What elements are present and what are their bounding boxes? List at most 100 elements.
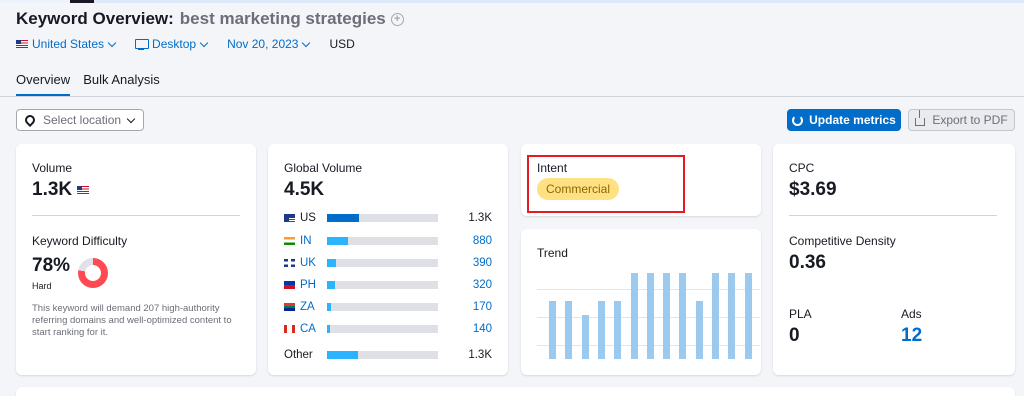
country-bar bbox=[327, 325, 438, 333]
kd-description: This keyword will demand 207 high-author… bbox=[32, 303, 232, 338]
ads-label: Ads bbox=[901, 307, 922, 321]
us-flag-icon bbox=[284, 214, 295, 222]
top-strip bbox=[0, 0, 1024, 3]
country-value: 880 bbox=[472, 235, 492, 247]
chevron-down-icon bbox=[302, 38, 311, 47]
country-filter[interactable]: United States bbox=[16, 37, 117, 51]
kd-value: 78% bbox=[32, 255, 71, 276]
export-pdf-label: Export to PDF bbox=[932, 113, 1008, 127]
cpc-card: CPC $3.69 Competitive Density 0.36 PLA 0… bbox=[773, 144, 1015, 375]
country-bar-fill bbox=[327, 214, 360, 222]
card-divider bbox=[789, 215, 997, 216]
country-bar bbox=[327, 303, 438, 311]
us-flag-icon bbox=[77, 186, 90, 194]
pla-value: 0 bbox=[789, 325, 800, 346]
philippines-flag-icon bbox=[284, 281, 295, 289]
other-label: Other bbox=[284, 349, 313, 361]
trend-bar bbox=[581, 315, 589, 359]
desktop-icon bbox=[135, 38, 150, 50]
tabs: Overview Bulk Analysis bbox=[16, 72, 173, 96]
refresh-icon bbox=[792, 114, 804, 126]
global-volume-label: Global Volume bbox=[284, 161, 363, 175]
kd-label: Keyword Difficulty bbox=[32, 234, 128, 248]
trend-bar bbox=[614, 301, 622, 359]
us-flag-icon bbox=[16, 40, 28, 48]
update-metrics-button[interactable]: Update metrics bbox=[787, 109, 901, 131]
location-select[interactable]: Select location bbox=[16, 109, 144, 131]
tab-bulk-analysis[interactable]: Bulk Analysis bbox=[83, 72, 160, 96]
device-filter[interactable]: Desktop bbox=[135, 37, 209, 51]
country-label: United States bbox=[32, 37, 105, 51]
trend-bar bbox=[663, 273, 671, 359]
chevron-down-icon bbox=[199, 38, 209, 47]
country-bar bbox=[327, 237, 438, 245]
volume-value-row: 1.3K bbox=[32, 179, 93, 201]
card-divider bbox=[32, 215, 240, 216]
south-africa-flag-icon bbox=[284, 303, 295, 311]
plus-circle-icon[interactable]: + bbox=[390, 12, 404, 26]
country-code: UK bbox=[300, 257, 316, 269]
other-value: 1.3K bbox=[468, 349, 492, 361]
country-value: 320 bbox=[472, 279, 492, 291]
country-row-other: Other 1.3K bbox=[284, 348, 492, 362]
country-code: PH bbox=[300, 279, 316, 291]
device-label: Desktop bbox=[152, 37, 197, 51]
country-bar-fill bbox=[327, 325, 331, 333]
filters-bar: United States Desktop Nov 20, 2023 USD bbox=[16, 37, 355, 51]
country-bar bbox=[327, 214, 438, 222]
country-code: IN bbox=[300, 235, 312, 247]
country-row-in[interactable]: IN 880 bbox=[284, 234, 492, 248]
update-metrics-label: Update metrics bbox=[809, 113, 896, 127]
title-prefix: Keyword Overview: bbox=[16, 9, 174, 28]
kd-donut-chart bbox=[78, 258, 108, 288]
intent-highlight-box bbox=[527, 155, 685, 213]
country-row-ca[interactable]: CA 140 bbox=[284, 322, 492, 336]
tabs-divider bbox=[0, 96, 1024, 97]
bottom-card bbox=[16, 387, 1015, 396]
country-value: 170 bbox=[472, 301, 492, 313]
country-row-za[interactable]: ZA 170 bbox=[284, 300, 492, 314]
page-title: Keyword Overview: best marketing strateg… bbox=[16, 9, 404, 29]
density-value: 0.36 bbox=[789, 252, 826, 273]
country-row-uk[interactable]: UK 390 bbox=[284, 256, 492, 270]
country-bar-fill bbox=[327, 281, 335, 289]
country-bar-fill bbox=[327, 303, 332, 311]
ads-value[interactable]: 12 bbox=[901, 325, 922, 347]
kd-level: Hard bbox=[32, 281, 52, 291]
date-label: Nov 20, 2023 bbox=[227, 37, 299, 51]
trend-bar bbox=[646, 273, 654, 359]
export-icon bbox=[915, 110, 926, 126]
cpc-label: CPC bbox=[789, 161, 815, 175]
cpc-value: $3.69 bbox=[789, 179, 837, 200]
chevron-down-icon bbox=[107, 38, 117, 47]
country-row-us[interactable]: US 1.3K bbox=[284, 211, 492, 225]
country-value: 390 bbox=[472, 257, 492, 269]
location-placeholder: Select location bbox=[43, 113, 122, 127]
country-code: US bbox=[300, 212, 316, 224]
trend-bar bbox=[565, 301, 573, 359]
global-volume-card: Global Volume 4.5K US 1.3K IN 880 UK 390… bbox=[268, 144, 508, 375]
country-code: ZA bbox=[300, 301, 315, 313]
location-pin-icon bbox=[22, 112, 38, 128]
country-value: 140 bbox=[472, 323, 492, 335]
export-pdf-button[interactable]: Export to PDF bbox=[908, 109, 1015, 131]
trend-bar bbox=[679, 273, 687, 359]
trend-bar bbox=[549, 301, 556, 359]
trend-bar bbox=[712, 273, 719, 359]
volume-label: Volume bbox=[32, 161, 73, 175]
volume-card: Volume 1.3K Keyword Difficulty 78% Hard … bbox=[16, 144, 256, 375]
volume-value: 1.3K bbox=[32, 179, 73, 200]
other-bar-fill bbox=[327, 351, 359, 359]
country-bar-fill bbox=[327, 237, 349, 245]
uk-flag-icon bbox=[284, 259, 295, 267]
trend-bar bbox=[744, 273, 752, 359]
currency-label: USD bbox=[329, 37, 355, 51]
country-bar-fill bbox=[327, 259, 336, 267]
trend-bar bbox=[728, 273, 736, 359]
country-row-ph[interactable]: PH 320 bbox=[284, 278, 492, 292]
density-label: Competitive Density bbox=[789, 234, 896, 248]
tab-overview[interactable]: Overview bbox=[16, 72, 71, 96]
date-filter[interactable]: Nov 20, 2023 bbox=[227, 37, 311, 51]
trend-bar bbox=[597, 301, 605, 359]
country-bar bbox=[327, 281, 438, 289]
